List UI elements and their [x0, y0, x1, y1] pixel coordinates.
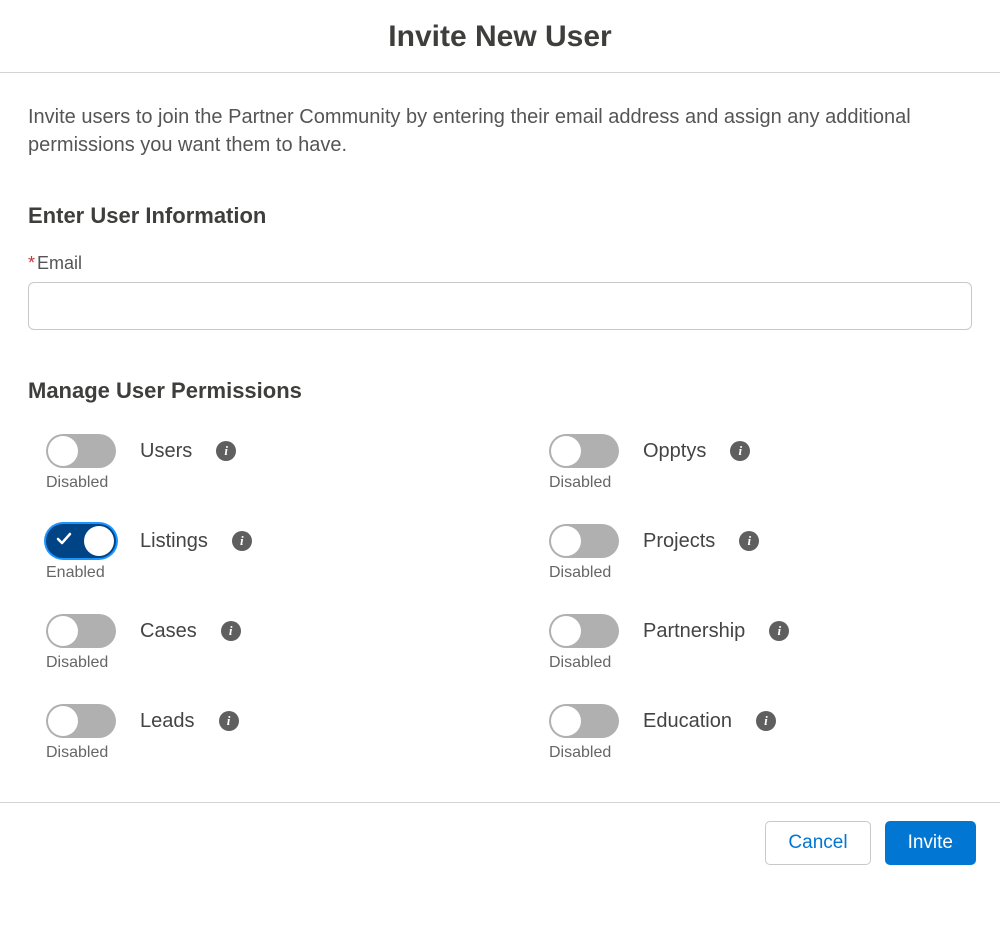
permission-row: Leads i: [46, 704, 469, 738]
info-icon[interactable]: i: [221, 621, 241, 641]
permission-label: Projects: [643, 530, 715, 553]
toggle-knob: [551, 706, 581, 736]
user-info-section-title: Enter User Information: [28, 203, 972, 229]
toggle-knob: [48, 616, 78, 646]
email-field[interactable]: [28, 282, 972, 330]
permissions-section-title: Manage User Permissions: [28, 378, 972, 404]
permission-row: Education i: [549, 704, 972, 738]
cancel-button[interactable]: Cancel: [765, 821, 870, 865]
permission-toggle-projects[interactable]: [549, 524, 619, 558]
permission-item-projects: Projects i Disabled: [549, 524, 972, 582]
permission-label: Listings: [140, 530, 208, 553]
dialog-description: Invite users to join the Partner Communi…: [28, 103, 972, 159]
info-icon[interactable]: i: [769, 621, 789, 641]
permission-status: Disabled: [549, 744, 972, 762]
info-icon[interactable]: i: [739, 531, 759, 551]
permissions-section: Manage User Permissions UsersiDisabledOp…: [28, 378, 972, 762]
permission-label: Cases: [140, 620, 197, 643]
permission-row: Cases i: [46, 614, 469, 648]
toggle-knob: [48, 706, 78, 736]
permission-row: Partnership i: [549, 614, 972, 648]
permission-label: Leads: [140, 710, 195, 733]
dialog-header: Invite New User: [0, 0, 1000, 72]
permission-toggle-education[interactable]: [549, 704, 619, 738]
dialog-title: Invite New User: [0, 20, 1000, 54]
dialog-content: Invite users to join the Partner Communi…: [0, 73, 1000, 802]
invite-button[interactable]: Invite: [885, 821, 976, 865]
permission-item-leads: Leads i Disabled: [46, 704, 469, 762]
info-icon[interactable]: i: [730, 441, 750, 461]
info-icon[interactable]: i: [216, 441, 236, 461]
permission-label: Users: [140, 440, 192, 463]
permission-status: Disabled: [46, 474, 469, 492]
info-icon[interactable]: i: [232, 531, 252, 551]
dialog-footer: Cancel Invite: [0, 803, 1000, 885]
required-star-icon: *: [28, 253, 35, 273]
permission-toggle-cases[interactable]: [46, 614, 116, 648]
permission-label: Opptys: [643, 440, 706, 463]
permission-toggle-leads[interactable]: [46, 704, 116, 738]
toggle-knob: [48, 436, 78, 466]
permission-toggle-users[interactable]: [46, 434, 116, 468]
info-icon[interactable]: i: [219, 711, 239, 731]
permission-item-listings: Listings i Enabled: [46, 524, 469, 582]
permission-status: Disabled: [549, 654, 972, 672]
permission-item-opptys: Opptys i Disabled: [549, 434, 972, 492]
toggle-knob: [84, 526, 114, 556]
permission-toggle-opptys[interactable]: [549, 434, 619, 468]
permission-status: Disabled: [46, 744, 469, 762]
permission-item-users: Users i Disabled: [46, 434, 469, 492]
info-icon[interactable]: i: [756, 711, 776, 731]
permission-label: Partnership: [643, 620, 745, 643]
permission-row: Users i: [46, 434, 469, 468]
permission-row: Projects i: [549, 524, 972, 558]
permission-status: Disabled: [549, 474, 972, 492]
permission-status: Disabled: [549, 564, 972, 582]
toggle-knob: [551, 526, 581, 556]
permission-toggle-listings[interactable]: [46, 524, 116, 558]
permission-item-education: Education i Disabled: [549, 704, 972, 762]
permission-row: Listings i: [46, 524, 469, 558]
permission-item-partnership: Partnership i Disabled: [549, 614, 972, 672]
toggle-knob: [551, 436, 581, 466]
permission-label: Education: [643, 710, 732, 733]
email-label: Email: [37, 253, 82, 273]
permission-row: Opptys i: [549, 434, 972, 468]
permission-status: Enabled: [46, 564, 469, 582]
email-label-row: *Email: [28, 253, 972, 274]
check-icon: [56, 531, 72, 547]
permission-item-cases: Cases i Disabled: [46, 614, 469, 672]
permissions-grid: Users i Disabled Opptys i Disabled Listings i En…: [28, 434, 972, 762]
toggle-knob: [551, 616, 581, 646]
permission-toggle-partnership[interactable]: [549, 614, 619, 648]
permission-status: Disabled: [46, 654, 469, 672]
